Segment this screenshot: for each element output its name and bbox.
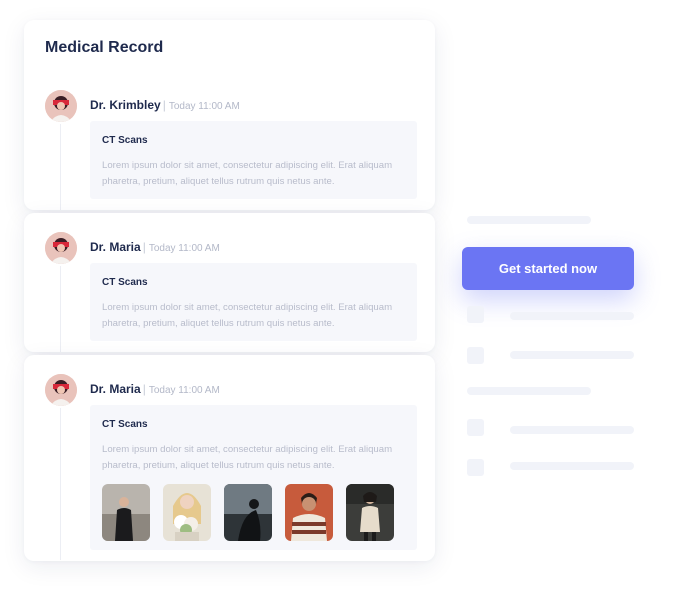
placeholder-checkbox xyxy=(467,347,484,364)
timeline-line xyxy=(60,124,61,210)
record-entry: Dr. Maria | Today 11:00 AM CT Scans Lorem … xyxy=(45,232,417,352)
record-note: CT Scans Lorem ipsum dolor sit amet, con… xyxy=(90,263,417,341)
timestamp: Today 11:00 AM xyxy=(148,243,220,254)
note-title: CT Scans xyxy=(102,135,148,146)
attachment-gallery xyxy=(102,484,405,541)
note-body: Lorem ipsum dolor sit amet, consectetur … xyxy=(102,444,393,471)
placeholder-checkbox xyxy=(467,459,484,476)
attachment-photo-woman-bouquet[interactable] xyxy=(163,484,211,541)
record-note: CT Scans Lorem ipsum dolor sit amet, con… xyxy=(90,405,417,550)
record-entry-card: Dr. Maria | Today 11:00 AM CT Scans Lorem … xyxy=(24,213,435,352)
placeholder-checkbox xyxy=(467,419,484,436)
separator: | xyxy=(142,382,146,396)
doctor-avatar[interactable] xyxy=(45,90,77,122)
avatar-image xyxy=(45,90,77,122)
avatar-image xyxy=(45,374,77,406)
placeholder-line xyxy=(510,426,634,434)
placeholder-checkbox xyxy=(467,306,484,323)
separator: | xyxy=(142,240,146,254)
timeline-line xyxy=(60,408,61,560)
note-title: CT Scans xyxy=(102,277,148,288)
placeholder-line xyxy=(510,462,634,470)
get-started-button[interactable]: Get started now xyxy=(462,247,634,290)
attachment-photo-silhouette-sitting[interactable] xyxy=(224,484,272,541)
doctor-name[interactable]: Dr. Maria xyxy=(90,240,141,254)
attachment-photo-man-striped-sweater[interactable] xyxy=(285,484,333,541)
doctor-name-line: Dr. Krimbley | Today 11:00 AM xyxy=(90,98,240,112)
card-title: Medical Record xyxy=(45,39,164,56)
doctor-name-line: Dr. Maria | Today 11:00 AM xyxy=(90,382,220,396)
timestamp: Today 11:00 AM xyxy=(168,101,240,112)
doctor-name-line: Dr. Maria | Today 11:00 AM xyxy=(90,240,220,254)
doctor-avatar[interactable] xyxy=(45,232,77,264)
record-entry: Dr. Krimbley | Today 11:00 AM CT Scans Lor… xyxy=(45,90,417,210)
doctor-avatar[interactable] xyxy=(45,374,77,406)
note-body: Lorem ipsum dolor sit amet, consectetur … xyxy=(102,160,393,187)
timeline-line xyxy=(60,266,61,352)
record-note: CT Scans Lorem ipsum dolor sit amet, con… xyxy=(90,121,417,199)
note-title: CT Scans xyxy=(102,419,148,430)
attachment-photo-man-black-coat[interactable] xyxy=(102,484,150,541)
doctor-name[interactable]: Dr. Krimbley xyxy=(90,98,161,112)
record-entry: Dr. Maria | Today 11:00 AM CT Scans Lorem … xyxy=(45,374,417,560)
doctor-name[interactable]: Dr. Maria xyxy=(90,382,141,396)
record-entry-card: Dr. Maria | Today 11:00 AM CT Scans Lorem … xyxy=(24,355,435,561)
separator: | xyxy=(162,98,166,112)
note-body: Lorem ipsum dolor sit amet, consectetur … xyxy=(102,302,393,329)
placeholder-line xyxy=(467,216,591,224)
placeholder-line xyxy=(510,351,634,359)
attachment-photo-woman-cream-coat[interactable] xyxy=(346,484,394,541)
medical-record-card: Medical Record Dr. Krimbley | Today 11:00 … xyxy=(24,20,435,210)
placeholder-line xyxy=(467,387,591,395)
placeholder-line xyxy=(510,312,634,320)
timestamp: Today 11:00 AM xyxy=(148,385,220,396)
avatar-image xyxy=(45,232,77,264)
